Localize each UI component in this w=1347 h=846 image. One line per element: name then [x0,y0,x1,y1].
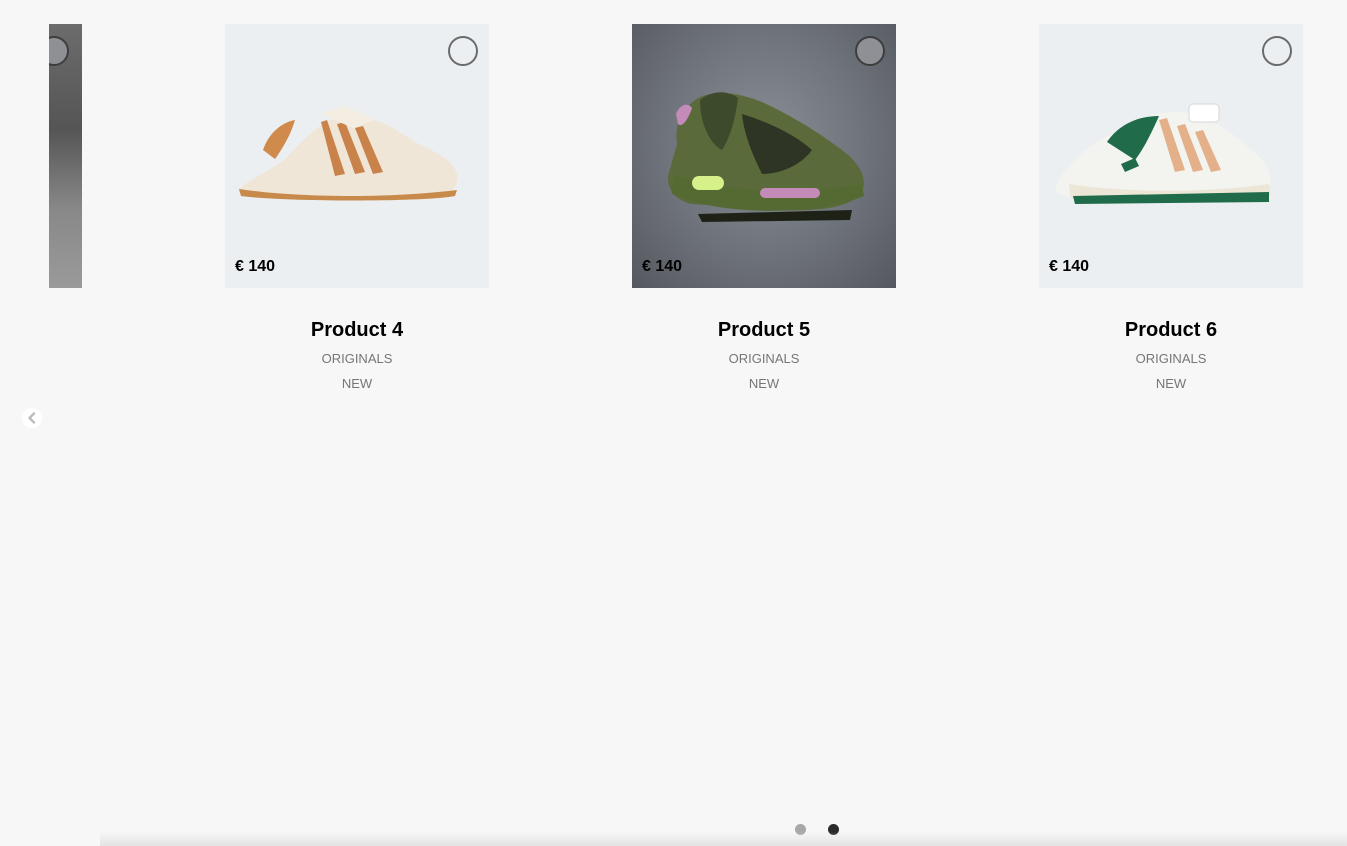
product-price: € 140 [1049,258,1090,275]
product-info: Product 6 ORIGINALS NEW [1039,320,1303,392]
carousel-prev-button[interactable] [22,408,42,428]
partial-product-card[interactable] [49,24,82,288]
product-image[interactable]: € 140 [1039,24,1303,288]
product-image[interactable]: € 140 [225,24,489,288]
product-category: ORIGINALS [728,351,800,366]
product-category: ORIGINALS [1135,351,1207,366]
product-badge: NEW [1155,376,1187,392]
product-price: € 140 [642,258,683,275]
product-badge: NEW [748,376,780,392]
wishlist-heart-icon[interactable] [1262,36,1292,66]
sneaker-image [238,106,458,201]
product-badge: NEW [341,376,373,392]
product-name[interactable]: Product 4 [225,320,489,340]
product-image[interactable]: € 140 [632,24,896,288]
product-category: ORIGINALS [321,351,393,366]
product-card[interactable]: € 140 Product 5 ORIGINALS NEW [632,24,896,392]
bottom-edge-shadow [100,832,1347,846]
product-card[interactable]: € 140 Product 6 ORIGINALS NEW [1039,24,1303,392]
product-info: Product 5 ORIGINALS NEW [632,320,896,392]
chevron-left-icon [28,412,36,424]
wishlist-heart-icon[interactable] [49,36,69,66]
sneaker-image [1055,103,1271,204]
product-carousel: € 140 Product 4 ORIGINALS NEW € 140 Prod… [0,0,1347,846]
sneaker-image [668,92,864,222]
product-name[interactable]: Product 6 [1039,320,1303,340]
wishlist-heart-icon[interactable] [448,36,478,66]
product-info: Product 4 ORIGINALS NEW [225,320,489,392]
product-card[interactable]: € 140 Product 4 ORIGINALS NEW [225,24,489,392]
product-price: € 140 [235,258,276,275]
wishlist-heart-icon[interactable] [855,36,885,66]
product-name[interactable]: Product 5 [632,320,896,340]
